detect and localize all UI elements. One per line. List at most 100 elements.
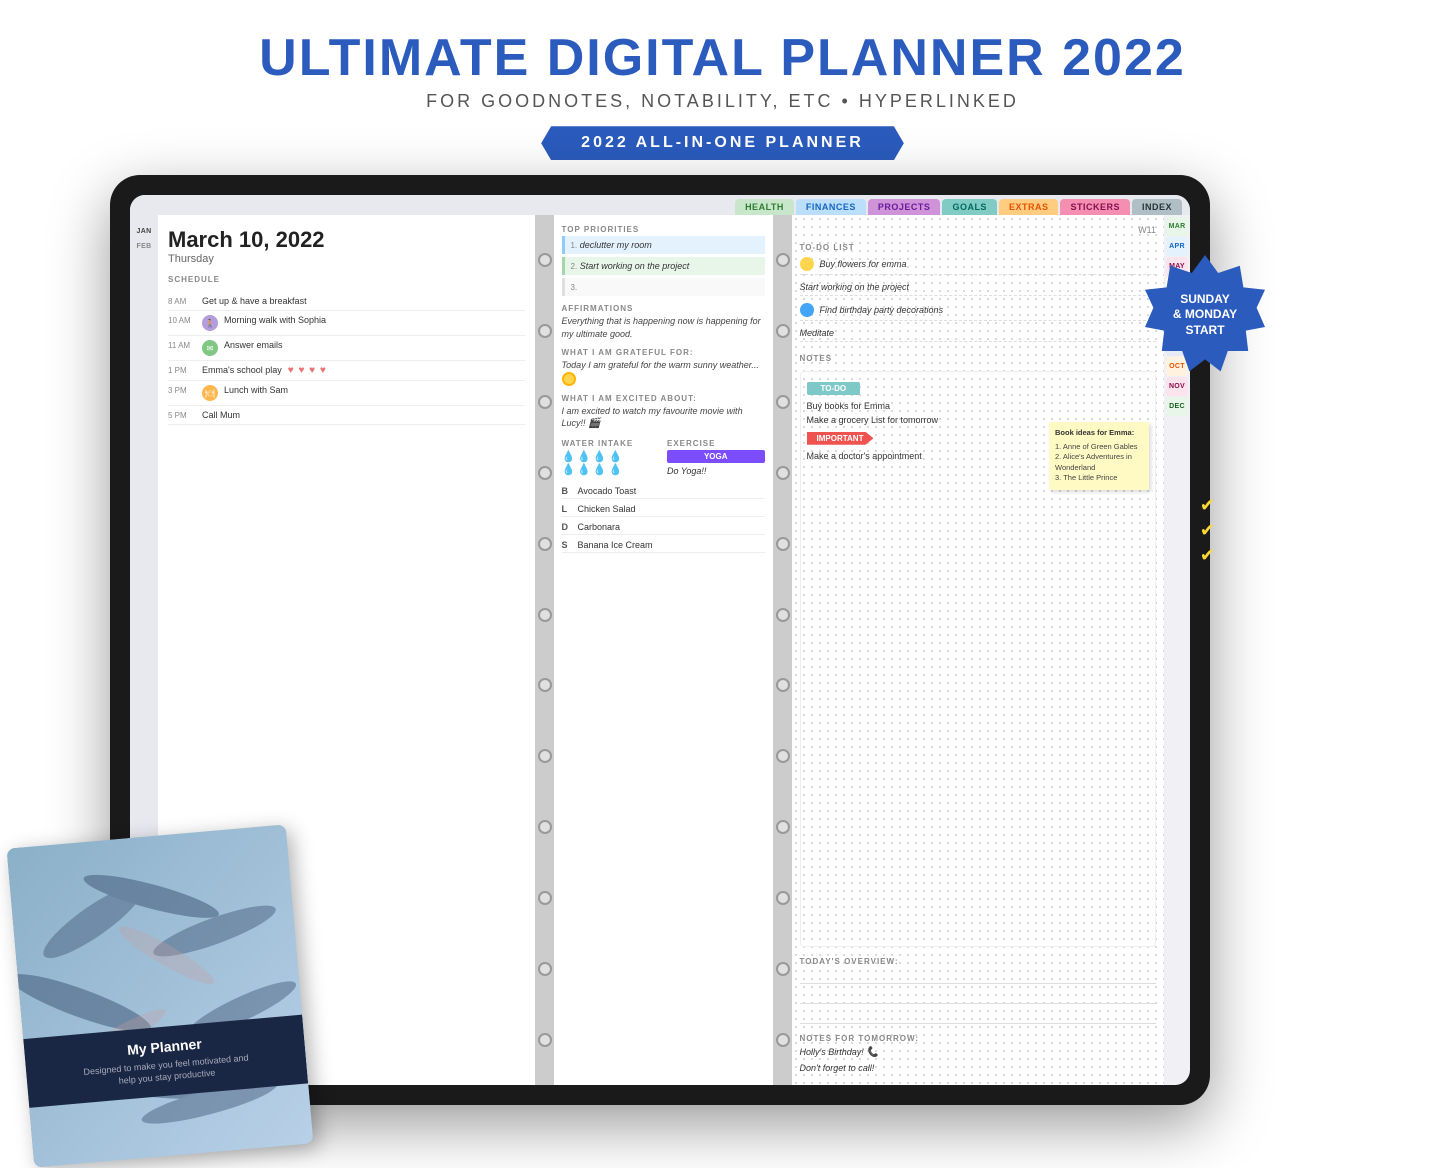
affirmation-text: Everything that is happening now is happ… <box>562 315 765 340</box>
check-mark-1: ✔ <box>1200 495 1215 516</box>
month-tab-mar[interactable]: MAR <box>1166 217 1188 236</box>
starburst-line1: SUNDAY <box>1180 292 1230 308</box>
spiral-ring <box>538 820 552 834</box>
meal-list: B Avocado Toast L Chicken Salad D Carbon… <box>562 484 765 553</box>
meal-dinner: D Carbonara <box>562 520 765 535</box>
schedule-item-5pm: 5 PM Call Mum <box>168 406 525 425</box>
exercise-section: EXERCISE YOGA Do Yoga!! <box>667 439 765 476</box>
starburst-badge: SUNDAY & MONDAY START <box>1145 255 1265 375</box>
schedule-text-11am: Answer emails <box>224 340 283 350</box>
todo-item-2: Start working on the project <box>800 279 1157 296</box>
page-header: ULTIMATE DIGITAL PLANNER 2022 FOR GOODNO… <box>0 0 1445 170</box>
month-feb[interactable]: FEB <box>135 240 154 253</box>
priority-item-2: 2. Start working on the project <box>562 257 765 275</box>
priorities-label: TOP PRIORITIES <box>562 225 765 234</box>
starburst-inner: SUNDAY & MONDAY START <box>1145 255 1265 375</box>
notebook-wrapper: My Planner Designed to make you feel mot… <box>0 806 340 1156</box>
excited-text: I am excited to watch my favourite movie… <box>562 405 765 432</box>
exercise-label: EXERCISE <box>667 439 765 448</box>
spiral-ring <box>538 537 552 551</box>
nav-tab-finances[interactable]: FINANCES <box>796 199 866 215</box>
spiral-right <box>774 215 792 1085</box>
nav-tab-goals[interactable]: GOALS <box>942 199 997 215</box>
banner: 2022 ALL-IN-ONE PLANNER <box>541 126 904 160</box>
check-mark-2: ✔ <box>1200 520 1215 541</box>
meal-dinner-text: Carbonara <box>578 522 621 532</box>
overview-line <box>800 1008 1157 1024</box>
planner-day: Thursday <box>168 253 525 265</box>
meal-lunch: L Chicken Salad <box>562 502 765 517</box>
notes-tomorrow-section: NOTES FOR TOMORROW: Holly's Birthday! 📞 … <box>800 1034 1157 1075</box>
overview-section: TODAY'S OVERVIEW: <box>800 957 1157 1024</box>
water-drops-2: 💧💧💧💧 <box>562 463 660 476</box>
water-label: WATER INTAKE <box>562 439 660 448</box>
top-priorities-section: TOP PRIORITIES 1. declutter my room 2. S… <box>562 225 765 296</box>
spiral-ring <box>538 1033 552 1047</box>
todo-icon-1 <box>800 257 814 271</box>
todo-text-4: Meditate <box>800 328 835 338</box>
month-jan[interactable]: JAN <box>135 225 154 238</box>
meal-breakfast: B Avocado Toast <box>562 484 765 499</box>
month-tab-apr[interactable]: APR <box>1166 237 1188 256</box>
grateful-section: WHAT I AM GRATEFUL FOR: Today I am grate… <box>562 348 765 386</box>
subtitle: FOR GOODNOTES, NOTABILITY, ETC • HYPERLI… <box>0 91 1445 112</box>
grateful-label: WHAT I AM GRATEFUL FOR: <box>562 348 765 357</box>
schedule-text-1pm: Emma's school play <box>202 365 282 375</box>
water-section: WATER INTAKE 💧💧💧💧 💧💧💧💧 <box>562 439 660 476</box>
nav-tab-projects[interactable]: PROJECTS <box>868 199 941 215</box>
check-marks: ✔ ✔ ✔ <box>1200 495 1215 566</box>
nav-tab-health[interactable]: HEALTH <box>735 199 794 215</box>
overview-lines <box>800 968 1157 1024</box>
check-mark-3: ✔ <box>1200 545 1215 566</box>
schedule-item-11am: 11 AM ✉ Answer emails <box>168 336 525 361</box>
spiral-left <box>536 215 554 1085</box>
walk-icon: 🚶 <box>202 315 218 331</box>
email-icon: ✉ <box>202 340 218 356</box>
water-drops: 💧💧💧💧 <box>562 450 660 463</box>
sticky-note-title: Book ideas for Emma: <box>1055 428 1143 439</box>
todo-section: TO-DO LIST Buy flowers for emma Start wo… <box>800 243 1157 342</box>
overview-line <box>800 988 1157 1004</box>
schedule-label: SCHEDULE <box>168 275 525 284</box>
priority-item-3: 3. <box>562 278 765 296</box>
time-3pm: 3 PM <box>168 385 196 395</box>
excited-label: WHAT I AM EXCITED ABOUT: <box>562 394 765 403</box>
todo-list: Buy flowers for emma Start working on th… <box>800 254 1157 342</box>
notebook: My Planner Designed to make you feel mot… <box>7 824 314 1167</box>
date-header: March 10, 2022 Thursday <box>168 227 525 265</box>
month-tab-nov[interactable]: NOV <box>1166 377 1188 396</box>
spiral-ring <box>538 749 552 763</box>
priority-text-1: declutter my room <box>580 240 652 250</box>
meal-breakfast-text: Avocado Toast <box>578 486 637 496</box>
todo-text-3: Find birthday party decorations <box>820 305 944 315</box>
schedule-text-8am: Get up & have a breakfast <box>202 296 307 306</box>
right-page: W11 TO-DO LIST Buy flowers for emma Star… <box>792 215 1165 1085</box>
todo-text-1: Buy flowers for emma <box>820 259 907 269</box>
sticky-note-item-3: 3. The Little Prince <box>1055 473 1143 484</box>
excited-section: WHAT I AM EXCITED ABOUT: I am excited to… <box>562 394 765 432</box>
nav-tab-index[interactable]: INDEX <box>1132 199 1182 215</box>
spiral-ring <box>538 962 552 976</box>
spiral-ring <box>538 324 552 338</box>
starburst-line3: START <box>1185 323 1224 339</box>
affirmations-section: AFFIRMATIONS Everything that is happenin… <box>562 304 765 340</box>
schedule-item-3pm: 3 PM 🍽 Lunch with Sam <box>168 381 525 406</box>
spiral-ring <box>538 466 552 480</box>
meal-lunch-text: Chicken Salad <box>578 504 636 514</box>
notebook-cover: My Planner Designed to make you feel mot… <box>7 824 314 1167</box>
nav-tab-extras[interactable]: EXTRAS <box>999 199 1059 215</box>
priority-text-2: Start working on the project <box>580 261 690 271</box>
todo-icon-3 <box>800 303 814 317</box>
overview-line <box>800 968 1157 984</box>
priority-list: 1. declutter my room 2. Start working on… <box>562 236 765 296</box>
priority-item-1: 1. declutter my room <box>562 236 765 254</box>
notes-todo-badge: TO-DO <box>807 382 861 395</box>
month-tab-dec[interactable]: DEC <box>1166 397 1188 416</box>
spiral-ring <box>538 891 552 905</box>
schedule-item-10am: 10 AM 🚶 Morning walk with Sophia <box>168 311 525 336</box>
notes-label: NOTES <box>800 354 1157 363</box>
nav-tab-stickers[interactable]: STICKERS <box>1060 199 1130 215</box>
meal-snack: S Banana Ice Cream <box>562 538 765 553</box>
spiral-ring <box>538 608 552 622</box>
schedule-item-1pm: 1 PM Emma's school play ♥ ♥ ♥ ♥ <box>168 361 525 381</box>
